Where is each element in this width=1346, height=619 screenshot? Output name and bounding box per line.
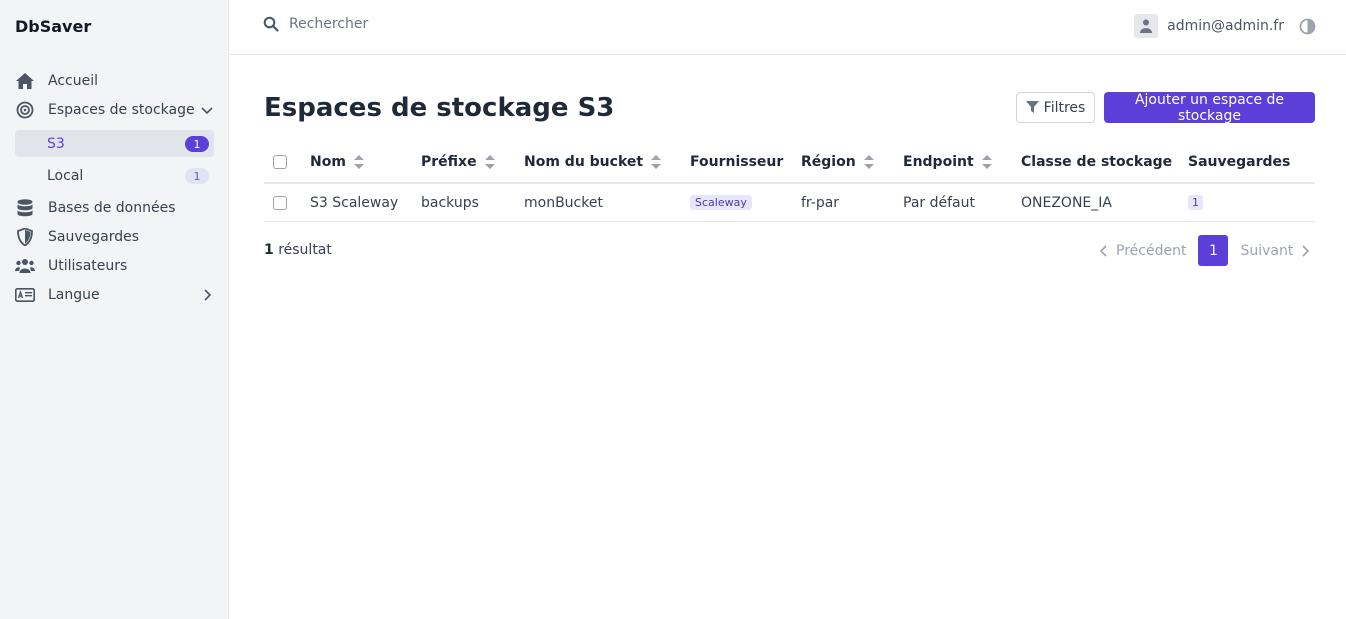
- previous-page-button[interactable]: Précédent: [1098, 243, 1186, 259]
- column-label: Classe de stockage: [1021, 154, 1173, 170]
- add-storage-button[interactable]: Ajouter un espace de stockage: [1104, 92, 1315, 124]
- column-header-prefixe[interactable]: Préfixe: [421, 142, 495, 182]
- search-placeholder: Rechercher: [289, 16, 369, 32]
- column-header-sauvegardes: Sauvegardes: [1188, 142, 1290, 182]
- chevron-left-icon: [1099, 244, 1107, 257]
- sort-icon: [651, 155, 662, 169]
- sort-icon: [981, 155, 992, 169]
- column-label: Sauvegardes: [1188, 154, 1291, 170]
- checkbox[interactable]: [273, 195, 287, 210]
- topbar: Rechercher admin@admin.fr: [229, 0, 1346, 55]
- sidebar-item-label: Bases de données: [48, 200, 176, 216]
- next-label: Suivant: [1240, 242, 1294, 259]
- column-header-classe-de-stockage: Classe de stockage: [1021, 142, 1172, 182]
- count-badge: 1: [185, 136, 209, 152]
- select-all-checkbox[interactable]: [273, 142, 287, 182]
- shield-icon: [15, 227, 35, 247]
- database-icon: [15, 198, 35, 218]
- sidebar-subitem-label: Local: [47, 167, 84, 184]
- sidebar-item-label: Accueil: [48, 73, 98, 89]
- backups-count-badge: 1: [1188, 195, 1203, 210]
- search-icon: [263, 16, 279, 32]
- sort-icon: [863, 155, 874, 169]
- column-label: Région: [801, 154, 856, 170]
- row-checkbox[interactable]: [273, 184, 287, 221]
- column-label: Endpoint: [903, 154, 974, 170]
- sidebar-item-label: Sauvegardes: [48, 229, 140, 245]
- page-button-current[interactable]: 1: [1198, 235, 1229, 266]
- result-count-label: résultat: [278, 242, 332, 258]
- column-header-endpoint[interactable]: Endpoint: [903, 142, 992, 182]
- page-title: Espaces de stockage S3: [264, 93, 615, 123]
- column-label: Préfixe: [421, 154, 477, 170]
- column-label: Nom du bucket: [524, 154, 644, 170]
- sidebar-subitem-s3[interactable]: S3 1: [15, 130, 214, 157]
- cell-prefix: backups: [421, 194, 479, 211]
- table-row[interactable]: S3 Scaleway backups monBucket Scaleway f…: [264, 184, 1315, 222]
- cell-bucket: monBucket: [524, 194, 603, 211]
- users-icon: [15, 256, 35, 276]
- previous-label: Précédent: [1116, 242, 1187, 259]
- sidebar-item-accueil[interactable]: Accueil: [15, 68, 215, 94]
- cell-backups: 1: [1188, 184, 1203, 221]
- sort-icon: [484, 155, 495, 169]
- chevron-right-icon: [199, 287, 215, 303]
- user-menu[interactable]: admin@admin.fr: [1134, 14, 1284, 38]
- filter-icon: [1025, 101, 1039, 114]
- sidebar-item-label: Espaces de stockage: [48, 102, 195, 118]
- column-label: Nom: [310, 154, 346, 170]
- sidebar-item-label: Langue: [48, 287, 100, 303]
- sidebar-item-espaces-de-stockage[interactable]: Espaces de stockage: [15, 97, 215, 123]
- result-count: 1 résultat: [264, 242, 332, 258]
- column-label: Fournisseur: [690, 154, 784, 170]
- column-header-region[interactable]: Région: [801, 142, 874, 182]
- sidebar-subitem-local[interactable]: Local 1: [15, 162, 214, 189]
- table-header: Nom Préfixe Nom du bucket Fournisseur Ré…: [264, 142, 1315, 184]
- filter-button[interactable]: Filtres: [1016, 92, 1095, 123]
- chevron-down-icon: [199, 102, 215, 118]
- cell-provider: Scaleway: [690, 184, 752, 221]
- home-icon: [15, 71, 35, 91]
- next-page-button[interactable]: Suivant: [1240, 243, 1311, 259]
- column-header-nom[interactable]: Nom: [310, 142, 364, 182]
- column-header-fournisseur: Fournisseur: [690, 142, 783, 182]
- checkbox[interactable]: [273, 155, 287, 169]
- cell-region: fr-par: [801, 194, 840, 211]
- avatar: [1134, 14, 1159, 38]
- sidebar-item-label: Utilisateurs: [48, 258, 128, 274]
- chevron-right-icon: [1302, 244, 1310, 257]
- sidebar: DbSaver Accueil Espaces de stockage S3 1…: [0, 0, 229, 619]
- cell-name[interactable]: S3 Scaleway: [310, 184, 398, 221]
- sidebar-item-langue[interactable]: Langue: [15, 282, 215, 308]
- sidebar-item-utilisateurs[interactable]: Utilisateurs: [15, 253, 215, 279]
- pagination: Précédent 1 Suivant: [1098, 235, 1311, 266]
- language-icon: [15, 285, 35, 305]
- user-email: admin@admin.fr: [1167, 18, 1284, 34]
- target-icon: [15, 100, 35, 120]
- column-header-nom-du-bucket[interactable]: Nom du bucket: [524, 142, 662, 182]
- result-count-number: 1: [264, 242, 274, 258]
- theme-toggle-icon[interactable]: [1299, 18, 1316, 35]
- provider-badge: Scaleway: [690, 195, 752, 210]
- brand-logo[interactable]: DbSaver: [15, 17, 91, 36]
- sidebar-item-sauvegardes[interactable]: Sauvegardes: [15, 224, 215, 250]
- sidebar-item-bases-de-donnees[interactable]: Bases de données: [15, 195, 215, 221]
- cell-endpoint: Par défaut: [903, 194, 975, 211]
- sort-icon: [353, 155, 364, 169]
- cell-storage-class: ONEZONE_IA: [1021, 194, 1112, 211]
- sidebar-subitem-label: S3: [47, 135, 65, 152]
- count-badge: 1: [185, 168, 209, 184]
- storage-table: Nom Préfixe Nom du bucket Fournisseur Ré…: [264, 142, 1315, 222]
- filter-button-label: Filtres: [1043, 99, 1086, 116]
- search-input[interactable]: Rechercher: [263, 16, 368, 32]
